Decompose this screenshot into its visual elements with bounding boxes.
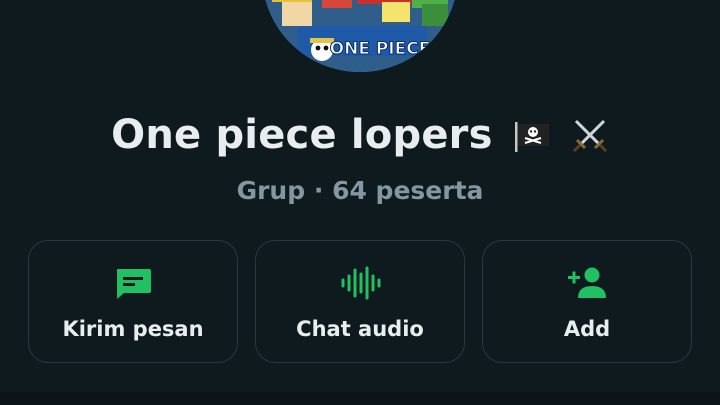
group-type: Grup [236,176,306,205]
pirate-flag-icon [513,118,551,164]
add-person-icon [568,267,606,298]
group-avatar[interactable]: ONE PIECE [262,0,458,72]
avatar-image: ONE PIECE [262,0,458,72]
group-name-row: One piece lopers [0,112,720,164]
action-buttons: Kirim pesan Chat audio Add [28,240,692,365]
avatar-logo-text: ONE PIECE [330,39,431,59]
crossed-swords-icon [571,116,609,164]
audio-chat-button[interactable]: Chat audio [255,240,465,363]
add-member-button[interactable]: Add [482,240,692,363]
group-subtitle: Grup · 64 peserta [0,176,720,205]
group-info-screen: ONE PIECE One piece lopers Grup · 64 pes… [0,0,720,405]
group-name: One piece lopers [111,112,493,158]
bottom-divider [0,392,720,405]
add-member-label: Add [563,317,611,341]
participant-count: 64 peserta [332,176,484,205]
audio-wave-icon [341,266,381,300]
message-icon [117,269,151,299]
send-message-button[interactable]: Kirim pesan [28,240,238,363]
separator-dot: · [313,176,324,205]
audio-chat-label: Chat audio [296,317,424,341]
send-message-label: Kirim pesan [62,317,204,341]
